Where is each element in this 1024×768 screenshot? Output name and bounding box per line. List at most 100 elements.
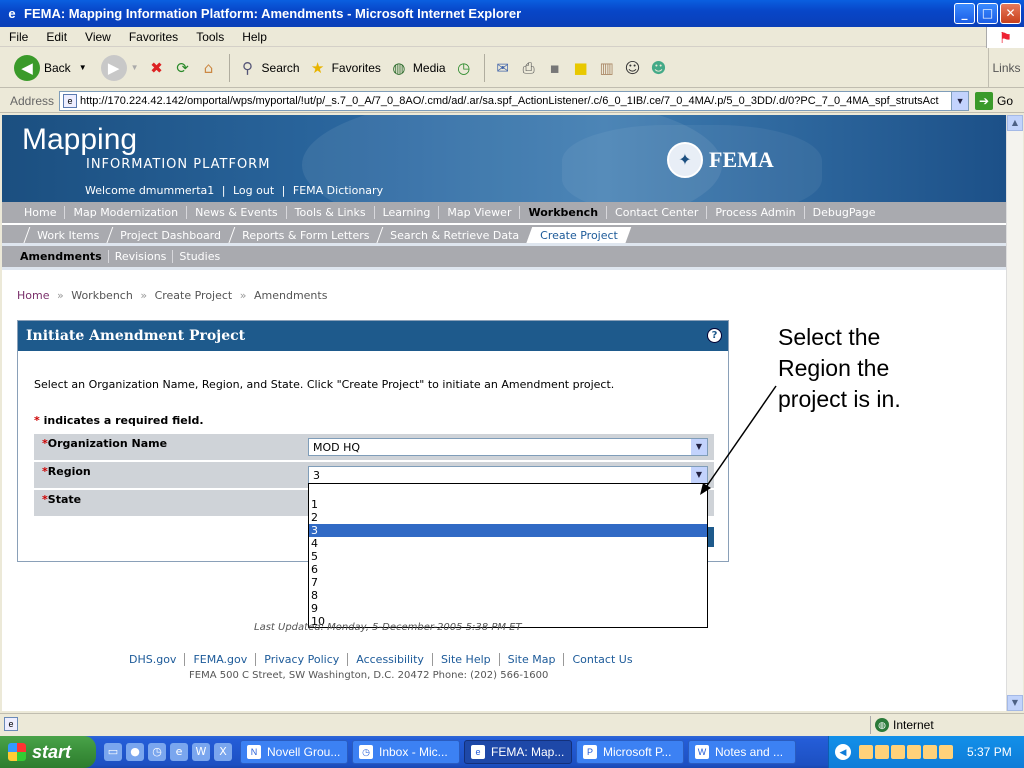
task-notes[interactable]: W Notes and ... xyxy=(688,740,796,764)
task-fema[interactable]: e FEMA: Map... xyxy=(464,740,572,764)
links-button[interactable]: Links xyxy=(988,48,1024,88)
tray-app-icon[interactable] xyxy=(875,745,889,759)
quicklaunch-app-icon[interactable]: ● xyxy=(126,743,144,761)
scroll-up-icon[interactable]: ▲ xyxy=(1007,115,1023,131)
contacts-icon[interactable]: ☻ xyxy=(647,56,671,80)
chevron-down-icon[interactable]: ▼ xyxy=(691,439,707,455)
media-globe-icon: ◍ xyxy=(392,59,406,77)
back-button[interactable]: ◀ Back ▼ xyxy=(14,54,87,81)
menu-help[interactable]: Help xyxy=(233,30,276,44)
media-button[interactable]: ◍ Media xyxy=(387,56,445,80)
research-icon[interactable]: ▥ xyxy=(595,56,619,80)
tray-app-icon[interactable] xyxy=(891,745,905,759)
maximize-button[interactable]: □ xyxy=(977,3,998,24)
print-icon[interactable]: ⎙ xyxy=(517,56,541,80)
minimize-button[interactable]: _ xyxy=(954,3,975,24)
refresh-icon[interactable]: ⟳ xyxy=(171,56,195,80)
mail-icon[interactable]: ✉ xyxy=(491,56,515,80)
breadcrumb-create: Create Project xyxy=(154,289,233,302)
footer-link-privacy[interactable]: Privacy Policy xyxy=(256,653,349,666)
close-button[interactable]: ✕ xyxy=(1000,3,1021,24)
home-icon[interactable]: ⌂ xyxy=(197,56,221,80)
tray-app-icon[interactable] xyxy=(923,745,937,759)
region-dropdown-list[interactable]: 1 2 3 4 5 6 7 8 9 10 xyxy=(308,483,708,628)
region-option[interactable]: 6 xyxy=(309,563,707,576)
nav-process-admin[interactable]: Process Admin xyxy=(707,206,805,219)
chevron-down-icon[interactable]: ▼ xyxy=(691,467,707,483)
nav-tools-links[interactable]: Tools & Links xyxy=(287,206,375,219)
nav-learning[interactable]: Learning xyxy=(375,206,440,219)
region-option[interactable]: 5 xyxy=(309,550,707,563)
forward-dropdown-icon[interactable]: ▼ xyxy=(131,63,139,72)
history-icon[interactable]: ◷ xyxy=(452,56,476,80)
network-icon[interactable] xyxy=(939,745,953,759)
region-option[interactable]: 3 xyxy=(309,524,707,537)
nav-contact-center[interactable]: Contact Center xyxy=(607,206,708,219)
back-label: Back xyxy=(44,60,71,75)
task-powerpoint[interactable]: P Microsoft P... xyxy=(576,740,684,764)
address-input[interactable]: e http://170.224.42.142/omportal/wps/myp… xyxy=(59,90,970,111)
task-inbox[interactable]: ◷ Inbox - Mic... xyxy=(352,740,460,764)
org-select[interactable]: MOD HQ ▼ xyxy=(308,438,708,456)
menu-tools[interactable]: Tools xyxy=(187,30,233,44)
start-label: start xyxy=(32,741,72,762)
dictionary-link[interactable]: FEMA Dictionary xyxy=(293,184,383,197)
tray-app-icon[interactable] xyxy=(859,745,873,759)
scroll-down-icon[interactable]: ▼ xyxy=(1007,695,1023,711)
nav-map-viewer[interactable]: Map Viewer xyxy=(439,206,521,219)
subtab-studies[interactable]: Studies xyxy=(173,250,226,263)
menu-favorites[interactable]: Favorites xyxy=(120,30,187,44)
tray-expand-icon[interactable]: ◀ xyxy=(835,744,851,760)
menu-edit[interactable]: Edit xyxy=(37,30,76,44)
breadcrumb-home[interactable]: Home xyxy=(17,289,49,302)
footer-link-accessibility[interactable]: Accessibility xyxy=(348,653,433,666)
region-option[interactable]: 4 xyxy=(309,537,707,550)
nav-home[interactable]: Home xyxy=(16,206,66,219)
back-dropdown-icon[interactable]: ▼ xyxy=(79,63,87,72)
last-updated: Last Updated: Monday, 5-December-2005 5:… xyxy=(254,622,522,633)
forward-button[interactable]: ▶ ▼ xyxy=(100,54,139,81)
ie-quicklaunch-icon[interactable]: e xyxy=(170,743,188,761)
vertical-scrollbar[interactable]: ▲ ▼ xyxy=(1006,115,1023,711)
region-option[interactable]: 1 xyxy=(309,498,707,511)
region-option[interactable]: 2 xyxy=(309,511,707,524)
subtab-revisions[interactable]: Revisions xyxy=(109,250,174,263)
region-option[interactable]: 9 xyxy=(309,602,707,615)
start-button[interactable]: start xyxy=(0,736,96,768)
tray-app-icon[interactable] xyxy=(907,745,921,759)
nav-map-modernization[interactable]: Map Modernization xyxy=(65,206,188,219)
menu-view[interactable]: View xyxy=(76,30,120,44)
footer-link-fema[interactable]: FEMA.gov xyxy=(185,653,257,666)
show-desktop-icon[interactable]: ▭ xyxy=(104,743,122,761)
breadcrumb-sep: » xyxy=(56,289,64,302)
subtab-amendments[interactable]: Amendments xyxy=(14,250,109,263)
footer-link-site-map[interactable]: Site Map xyxy=(500,653,565,666)
go-button[interactable]: ➔ Go xyxy=(975,91,1013,110)
menu-file[interactable]: File xyxy=(0,30,37,44)
nav-debugpage[interactable]: DebugPage xyxy=(805,206,884,219)
stop-icon[interactable]: ✖ xyxy=(145,56,169,80)
address-dropdown-icon[interactable]: ▼ xyxy=(951,91,969,110)
task-label: FEMA: Map... xyxy=(491,745,565,759)
breadcrumb-current: Amendments xyxy=(253,289,328,302)
help-icon[interactable]: ? xyxy=(707,328,722,343)
quicklaunch-app-icon[interactable]: ◷ xyxy=(148,743,166,761)
fema-logo[interactable]: ✦ FEMA xyxy=(667,142,774,178)
edit-icon[interactable]: ▪ xyxy=(543,56,567,80)
footer-link-dhs[interactable]: DHS.gov xyxy=(129,653,186,666)
favorites-button[interactable]: ★ Favorites xyxy=(306,56,381,80)
task-novell[interactable]: N Novell Grou... xyxy=(240,740,348,764)
region-select[interactable]: 3 ▼ xyxy=(308,466,708,484)
messenger-icon[interactable]: ☺ xyxy=(621,56,645,80)
excel-icon[interactable]: X xyxy=(214,743,232,761)
word-icon[interactable]: W xyxy=(192,743,210,761)
footer-link-site-help[interactable]: Site Help xyxy=(433,653,500,666)
footer-link-contact[interactable]: Contact Us xyxy=(564,653,640,666)
search-button[interactable]: ⚲ Search xyxy=(236,56,300,80)
region-option[interactable]: 8 xyxy=(309,589,707,602)
nav-workbench[interactable]: Workbench xyxy=(520,206,608,219)
nav-news-events[interactable]: News & Events xyxy=(187,206,287,219)
discuss-icon[interactable]: ■ xyxy=(569,56,593,80)
logout-link[interactable]: Log out xyxy=(233,184,274,197)
region-option[interactable]: 7 xyxy=(309,576,707,589)
